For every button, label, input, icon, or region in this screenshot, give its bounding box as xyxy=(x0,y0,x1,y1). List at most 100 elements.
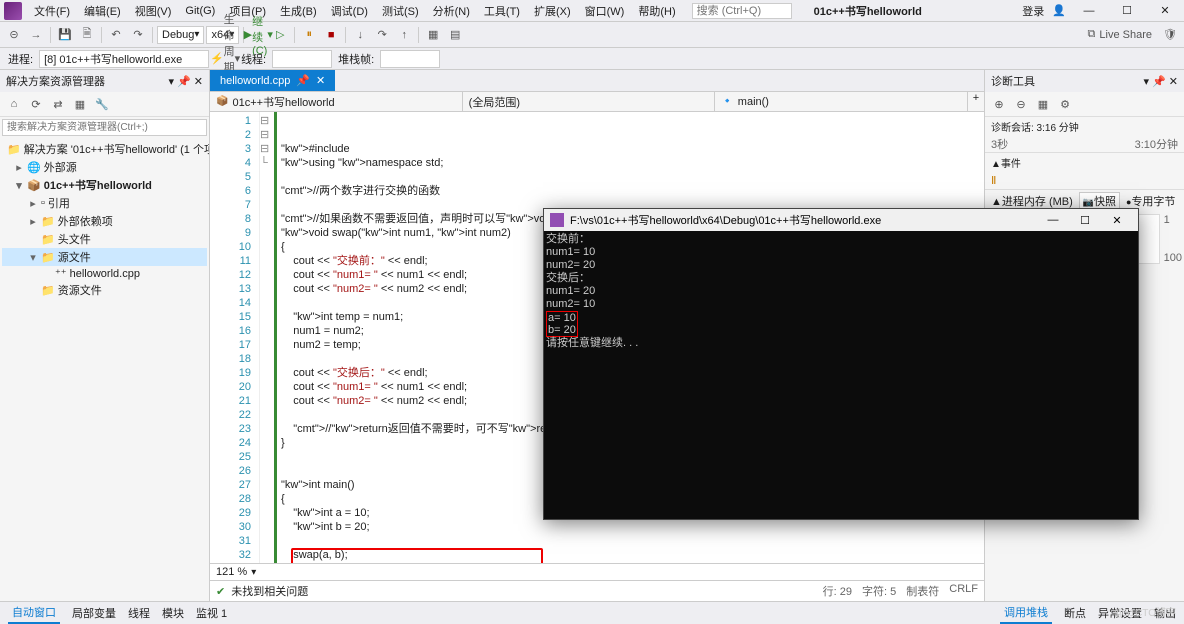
line-gutter: 1234567891011121314151617181920212223242… xyxy=(210,112,260,563)
console-close[interactable]: ✕ xyxy=(1102,210,1132,230)
tab-helloworld[interactable]: helloworld.cpp 📌 ✕ xyxy=(210,70,335,91)
thread-combo[interactable] xyxy=(272,50,332,68)
menu-debug[interactable]: 调试(D) xyxy=(325,1,374,21)
config-combo[interactable]: Debug ▾ xyxy=(157,26,204,44)
tab-pin-icon[interactable]: 📌 xyxy=(296,74,310,87)
menu-extensions[interactable]: 扩展(X) xyxy=(528,1,577,21)
console-window[interactable]: F:\vs\01c++书写helloworld\x64\Debug\01c++书… xyxy=(543,208,1139,520)
stop-debug-button[interactable]: ■ xyxy=(321,25,341,45)
console-minimize[interactable]: — xyxy=(1038,210,1068,230)
diag-btn-4[interactable]: ⚙ xyxy=(1055,94,1075,114)
refresh-icon[interactable]: ⟳ xyxy=(26,94,46,114)
nav-fwd-button[interactable]: → xyxy=(26,25,46,45)
nav-scope-combo[interactable]: (全局范围) xyxy=(463,92,716,111)
issues-bar: ✔ 未找到相关问题 行: 29 字符: 5 制表符 CRLF xyxy=(210,580,984,601)
diag-session: 诊断会话: 3:16 分钟 xyxy=(985,117,1184,136)
menu-help[interactable]: 帮助(H) xyxy=(632,1,681,21)
nav-project-combo[interactable]: 📦 01c++书写helloworld xyxy=(210,92,463,111)
status-tab-modules[interactable]: 模块 xyxy=(162,605,184,621)
status-tab-locals[interactable]: 局部变量 xyxy=(72,605,116,621)
menu-analyze[interactable]: 分析(N) xyxy=(427,1,476,21)
menu-window[interactable]: 窗口(W) xyxy=(579,1,631,21)
save-all-button[interactable]: 🗎 xyxy=(77,25,97,45)
properties-icon[interactable]: 🔧 xyxy=(92,94,112,114)
continue-button[interactable]: ▶ 继续(C) ▾ xyxy=(248,25,268,45)
solution-search-input[interactable] xyxy=(2,119,207,136)
tree-external-deps[interactable]: ▸📁 外部依赖项 xyxy=(2,212,207,230)
tool-btn-2[interactable]: ▤ xyxy=(445,25,465,45)
console-titlebar[interactable]: F:\vs\01c++书写helloworld\x64\Debug\01c++书… xyxy=(544,209,1138,231)
debug-toolbar: 进程: [8] 01c++书写helloworld.exe ⚡ 生命周期事件 ▾… xyxy=(0,48,1184,70)
console-highlight: a= 10 b= 20 xyxy=(546,311,578,337)
status-tab-threads[interactable]: 线程 xyxy=(128,605,150,621)
sync-icon[interactable]: ⇄ xyxy=(48,94,68,114)
console-maximize[interactable]: ☐ xyxy=(1070,210,1100,230)
status-tab-autos[interactable]: 自动窗口 xyxy=(8,602,60,624)
nav-back-button[interactable]: ⊝ xyxy=(4,25,24,45)
status-tab-breakpoints[interactable]: 断点 xyxy=(1064,605,1086,621)
solution-toolbar: ⌂ ⟳ ⇄ ▦ 🔧 xyxy=(0,92,209,117)
undo-button[interactable]: ↶ xyxy=(106,25,126,45)
split-icon[interactable]: + xyxy=(968,92,984,111)
tree-resources[interactable]: 📁 资源文件 xyxy=(2,281,207,299)
solution-root[interactable]: 📁 解决方案 '01c++书写helloworld' (1 个项目，共 1 个) xyxy=(2,140,207,158)
menu-tools[interactable]: 工具(T) xyxy=(478,1,526,21)
maximize-button[interactable]: ☐ xyxy=(1112,1,1142,21)
tree-headers[interactable]: 📁 头文件 xyxy=(2,230,207,248)
menu-test[interactable]: 测试(S) xyxy=(376,1,425,21)
tool-btn-1[interactable]: ▦ xyxy=(423,25,443,45)
close-button[interactable]: ✕ xyxy=(1150,1,1180,21)
menu-edit[interactable]: 编辑(E) xyxy=(78,1,127,21)
thread-label: 线程: xyxy=(241,51,266,67)
diag-y-top: 1 xyxy=(1164,214,1182,226)
tree-sources[interactable]: ▾📁 源文件 xyxy=(2,248,207,266)
status-tab-watch[interactable]: 监视 1 xyxy=(196,605,227,621)
login-link[interactable]: 登录 xyxy=(1022,3,1044,19)
process-combo[interactable]: [8] 01c++书写helloworld.exe xyxy=(39,50,209,68)
solution-tree[interactable]: 📁 解决方案 '01c++书写helloworld' (1 个项目，共 1 个)… xyxy=(0,138,209,601)
tab-close-icon[interactable]: ✕ xyxy=(316,74,325,87)
minimize-button[interactable]: — xyxy=(1074,1,1104,21)
diag-memory-label[interactable]: ▲进程内存 (MB) xyxy=(991,193,1073,209)
fold-column[interactable]: ⊟ ⊟⊟ └ xyxy=(260,112,274,563)
user-icon[interactable]: 👤 xyxy=(1052,4,1066,17)
menu-file[interactable]: 文件(F) xyxy=(28,1,76,21)
search-input[interactable] xyxy=(692,3,792,19)
tree-project[interactable]: ▾📦 01c++书写helloworld xyxy=(2,176,207,194)
menu-view[interactable]: 视图(V) xyxy=(129,1,178,21)
no-issues-icon: ✔ xyxy=(216,585,225,598)
diag-title: 诊断工具 xyxy=(991,73,1035,89)
diag-btn-3[interactable]: ▦ xyxy=(1033,94,1053,114)
nav-member-combo[interactable]: 🔹 main() xyxy=(715,92,968,111)
zoom-combo[interactable]: 121 % xyxy=(216,566,247,578)
solution-panel-title: 解决方案资源管理器 xyxy=(6,73,105,89)
diag-pin-icon[interactable]: ▾ 📌 ✕ xyxy=(1143,75,1178,88)
liveshare-button[interactable]: ⧉ Live Share xyxy=(1088,28,1152,41)
editor-footer: 121 % ▾ xyxy=(210,563,984,580)
pause-debug-button[interactable]: ⏸ xyxy=(299,25,319,45)
menu-git[interactable]: Git(G) xyxy=(179,3,221,19)
diag-events[interactable]: ▲事件 xyxy=(985,152,1184,172)
step-over-button[interactable]: ↷ xyxy=(372,25,392,45)
save-button[interactable]: 💾 xyxy=(55,25,75,45)
status-tab-callstack[interactable]: 调用堆栈 xyxy=(1000,602,1052,624)
run-button[interactable]: ▷ xyxy=(270,25,290,45)
diag-btn-2[interactable]: ⊖ xyxy=(1011,94,1031,114)
tree-references[interactable]: ▸▫ 引用 xyxy=(2,194,207,212)
tree-helloworld-cpp[interactable]: ⁺⁺ helloworld.cpp xyxy=(2,266,207,281)
diag-btn-1[interactable]: ⊕ xyxy=(989,94,1009,114)
redo-button[interactable]: ↷ xyxy=(128,25,148,45)
vs-logo-icon xyxy=(4,2,22,20)
admin-icon[interactable]: 🛡 xyxy=(1160,25,1180,45)
lifecycle-button[interactable]: ⚡ 生命周期事件 ▾ xyxy=(215,49,235,69)
home-icon[interactable]: ⌂ xyxy=(4,94,24,114)
stack-combo[interactable] xyxy=(380,50,440,68)
show-all-icon[interactable]: ▦ xyxy=(70,94,90,114)
pin-icon[interactable]: ▾ 📌 ✕ xyxy=(168,76,203,88)
step-into-button[interactable]: ↓ xyxy=(350,25,370,45)
diag-y-bot: 100 xyxy=(1164,252,1182,264)
step-out-button[interactable]: ↑ xyxy=(394,25,414,45)
tree-external-sources[interactable]: ▸🌐 外部源 xyxy=(2,158,207,176)
menu-build[interactable]: 生成(B) xyxy=(274,1,323,21)
console-app-icon xyxy=(550,213,564,227)
